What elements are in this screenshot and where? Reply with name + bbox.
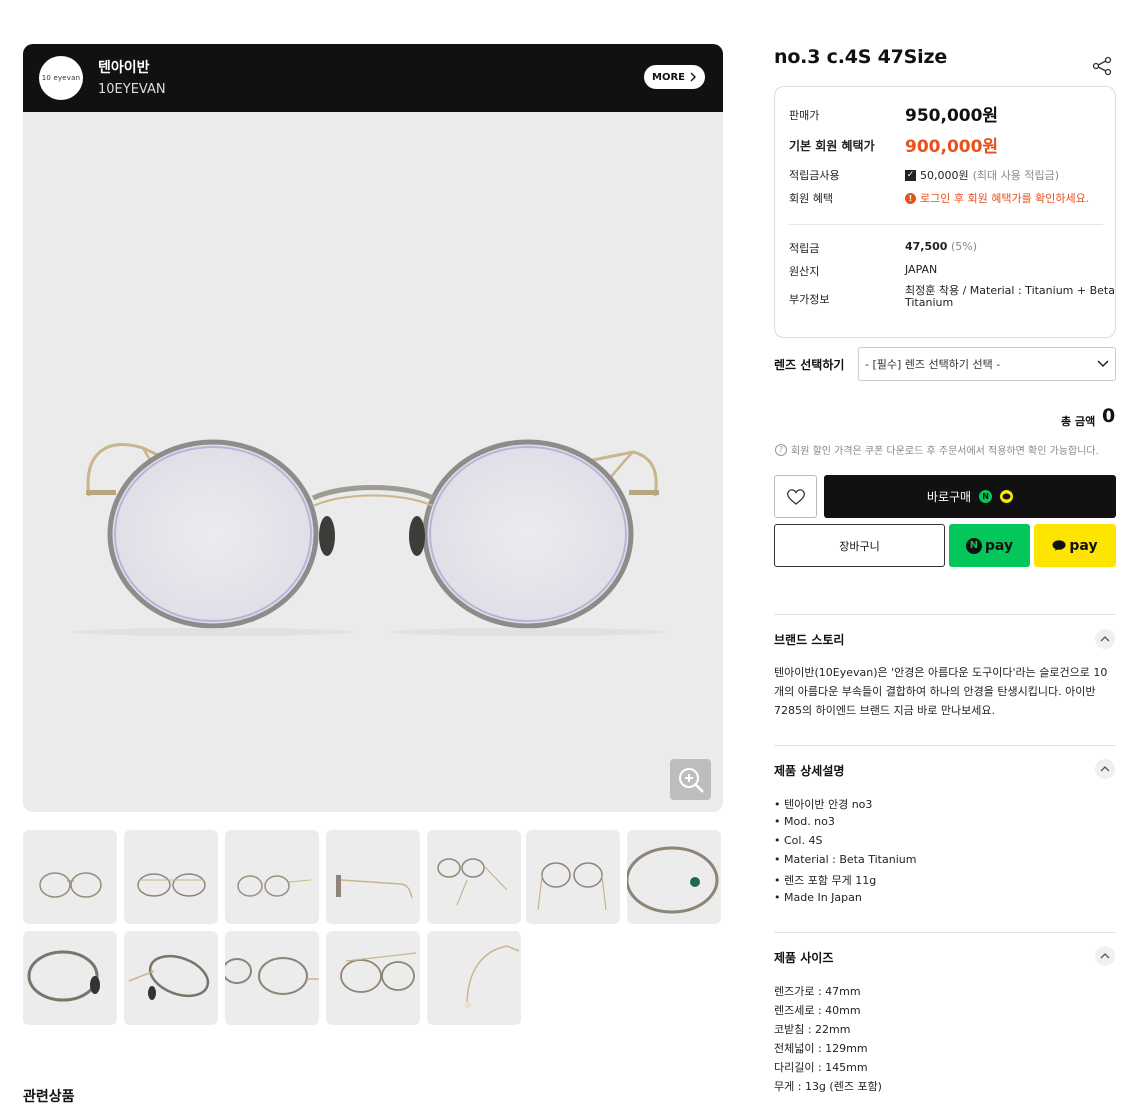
brand-name-kr: 텐아이반	[98, 59, 150, 76]
thumbnail[interactable]	[427, 830, 521, 924]
section-divider	[774, 932, 1116, 933]
question-icon: ?	[775, 443, 787, 456]
chevron-up-icon	[1100, 636, 1110, 642]
points-use-value-wrap: ✓ 50,000원 (최대 사용 적립금)	[905, 167, 1059, 183]
brand-header: 10 eyevan 텐아이반 10EYEVAN MORE	[23, 44, 723, 112]
member-price-label: 기본 회원 혜택가	[789, 139, 875, 153]
naver-pay-icon: N	[965, 537, 982, 554]
add-to-cart-button[interactable]: 장바구니	[774, 524, 945, 567]
thumbnail[interactable]	[326, 830, 420, 924]
extra-info-line2: Titanium	[905, 296, 954, 309]
notice-text: 회원 할인 가격은 쿠폰 다운로드 후 주문서에서 적용하면 확인 가능합니다.	[791, 446, 1099, 457]
thumbnail[interactable]	[627, 830, 721, 924]
size-item: 다리길이 : 145mm	[774, 1061, 868, 1074]
kakaopay-button[interactable]: pay	[1034, 524, 1116, 567]
total-amount-value: 0	[1102, 405, 1116, 427]
points-use-note: (최대 사용 적립금)	[972, 169, 1060, 182]
brand-story-text: 텐아이반(10Eyevan)은 '안경은 아름다운 도구이다'라는 슬로건으로 …	[774, 666, 1108, 717]
chevron-up-icon	[1100, 766, 1110, 772]
kakao-bubble-icon	[1052, 539, 1066, 551]
wishlist-button[interactable]	[774, 475, 817, 518]
alert-icon: !	[905, 192, 916, 204]
product-title: no.3 c.4S 47Size	[774, 46, 948, 68]
size-item: 렌즈세로 : 40mm	[774, 1004, 861, 1017]
member-benefit-alert: 로그인 후 회원 혜택가를 확인하세요.	[920, 192, 1090, 205]
buy-now-button[interactable]: 바로구매 N	[824, 475, 1116, 518]
member-price: 900,000원	[905, 137, 999, 157]
thumbnail[interactable]	[526, 830, 620, 924]
thumbnail[interactable]	[23, 931, 117, 1025]
lens-select-value: - [필수] 렌즈 선택하기 선택 -	[865, 358, 1001, 371]
extra-info-label: 부가정보	[789, 293, 830, 306]
detail-item: • 텐아이반 안경 no3	[774, 798, 873, 811]
npay-button[interactable]: N pay	[949, 524, 1030, 567]
origin-label: 원산지	[789, 265, 820, 278]
size-item: 렌즈가로 : 47mm	[774, 985, 861, 998]
size-item: 전체넓이 : 129mm	[774, 1042, 868, 1055]
zoom-button[interactable]	[670, 759, 711, 800]
section-divider	[774, 745, 1116, 746]
product-size-title: 제품 사이즈	[774, 951, 834, 965]
product-size-toggle[interactable]	[1095, 946, 1115, 966]
heart-icon	[786, 488, 805, 505]
brand-story-title: 브랜드 스토리	[774, 633, 845, 647]
detail-item: • Mod. no3	[774, 815, 835, 828]
info-divider	[789, 224, 1103, 225]
total-amount-label: 총 금액	[1061, 415, 1096, 428]
buy-now-label: 바로구매	[926, 490, 972, 504]
chevron-right-icon	[690, 72, 696, 82]
thumbnail[interactable]	[23, 830, 117, 924]
points-use-value: 50,000원	[920, 169, 969, 182]
size-item: 무게 : 13g (렌즈 포함)	[774, 1080, 882, 1093]
lens-select-label: 렌즈 선택하기	[774, 358, 845, 372]
extra-info-value: 최정훈 착용 / Material : Titanium + Beta Tita…	[905, 285, 1115, 309]
member-benefit-alert-wrap[interactable]: ! 로그인 후 회원 혜택가를 확인하세요.	[905, 190, 1089, 206]
naver-n-icon: N	[979, 490, 993, 503]
price-info-box: 판매가 950,000원 기본 회원 혜택가 900,000원 적립금사용 ✓ …	[774, 86, 1116, 338]
chevron-up-icon	[1100, 953, 1110, 959]
brand-story-toggle[interactable]	[1095, 629, 1115, 649]
detail-item: • Made In Japan	[774, 891, 862, 904]
kakao-talk-icon	[1000, 490, 1014, 503]
thumbnail[interactable]	[124, 830, 218, 924]
size-item: 코받침 : 22mm	[774, 1023, 851, 1036]
zoom-in-icon	[678, 767, 704, 793]
reward-label: 적립금	[789, 242, 820, 255]
origin-value: JAPAN	[905, 263, 938, 276]
product-detail-title: 제품 상세설명	[774, 764, 845, 778]
points-use-checkbox[interactable]: ✓	[905, 169, 916, 181]
reward-value: 47,500	[905, 240, 948, 253]
brand-logo[interactable]: 10 eyevan	[39, 56, 83, 100]
brand-more-button[interactable]: MORE	[644, 65, 705, 89]
sale-price-label: 판매가	[789, 109, 820, 122]
lens-select-dropdown[interactable]: - [필수] 렌즈 선택하기 선택 -	[858, 347, 1116, 381]
section-divider	[774, 614, 1116, 615]
detail-item: • 렌즈 포함 무게 11g	[774, 874, 877, 887]
thumbnail[interactable]	[225, 931, 319, 1025]
thumbnail[interactable]	[326, 931, 420, 1025]
product-detail-toggle[interactable]	[1095, 759, 1115, 779]
glasses-image	[73, 439, 668, 636]
thumbnail[interactable]	[124, 931, 218, 1025]
thumbnail[interactable]	[427, 931, 521, 1025]
reward-value-wrap: 47,500 (5%)	[905, 240, 977, 253]
chevron-down-icon	[1097, 360, 1109, 368]
related-products-title: 관련상품	[23, 1089, 75, 1105]
brand-names: 텐아이반 10EYEVAN	[98, 59, 166, 98]
npay-label: pay	[984, 537, 1014, 554]
thumbnail[interactable]	[225, 830, 319, 924]
more-label: MORE	[652, 71, 685, 83]
detail-item: • Col. 4S	[774, 834, 823, 847]
sale-price: 950,000원	[905, 106, 999, 126]
brand-name-en: 10EYEVAN	[98, 81, 166, 97]
reward-pct: (5%)	[950, 240, 977, 253]
points-use-label: 적립금사용	[789, 169, 840, 182]
main-product-image[interactable]	[23, 112, 723, 812]
kpay-label: pay	[1069, 537, 1098, 554]
share-icon[interactable]	[1091, 55, 1113, 77]
member-discount-notice: ? 회원 할인 가격은 쿠폰 다운로드 후 주문서에서 적용하면 확인 가능합니…	[775, 442, 1099, 457]
member-benefit-label: 회원 혜택	[789, 192, 833, 205]
detail-item: • Material : Beta Titanium	[774, 853, 917, 866]
